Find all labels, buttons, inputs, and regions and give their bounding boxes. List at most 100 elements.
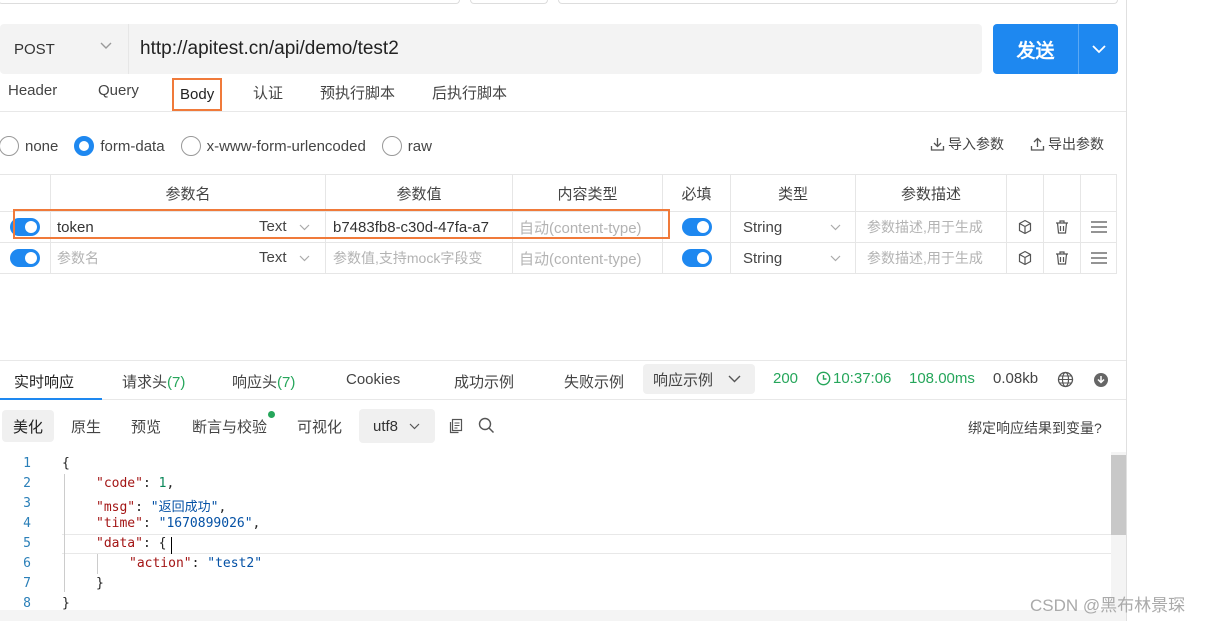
horizontal-scrollbar[interactable] [0,610,1126,621]
method-select[interactable]: POST [0,24,128,74]
chevron-down-icon [1091,44,1106,53]
json-value: "test2" [207,556,263,571]
export-params-button[interactable]: 导出参数 [1030,134,1104,154]
tab-failure-example[interactable]: 失败示例 [564,371,624,392]
chevron-down-icon [830,255,841,262]
code-line: { [62,456,70,471]
tab-body[interactable]: Body [172,78,223,111]
description-input[interactable]: 参数描述,用于生成 [855,243,1006,273]
import-label: 导入参数 [948,136,1004,152]
required-toggle[interactable] [681,218,712,236]
copy-icon[interactable] [448,418,464,434]
top-field-remnant [470,0,548,4]
scrollbar-thumb[interactable] [1111,455,1126,535]
json-value: "返回成功" [150,500,219,515]
response-code-editor[interactable]: 1 { 2 "code": 1, 3 "msg": "返回成功", 4 "tim… [0,452,1126,611]
view-beautify[interactable]: 美化 [2,410,55,442]
required-cell [662,212,730,242]
param-name-cell: token Text [50,212,325,242]
tab-auth[interactable]: 认证 [253,82,283,103]
header-action-col [1080,175,1117,211]
tab-post-script[interactable]: 后执行脚本 [432,82,507,103]
param-name-input[interactable]: token [57,219,94,236]
tab-label: 失败示例 [564,374,625,391]
header-required: 必填 [662,175,730,211]
type-label: String [743,218,783,236]
drag-handle[interactable] [1080,243,1117,273]
param-name-input[interactable]: 参数名 [57,248,99,268]
delete-row-button[interactable] [1043,212,1080,242]
search-icon[interactable] [478,417,495,434]
value-type-select[interactable]: Text [259,218,287,235]
top-field-remnant [558,0,1118,4]
content-type-input[interactable]: 自动(content-type) [512,243,662,273]
row-enable-toggle[interactable] [10,218,40,236]
line-number: 3 [23,496,31,511]
tab-success-example[interactable]: 成功示例 [454,371,514,392]
radio-label: x-www-form-urlencoded [206,137,366,155]
url-text: http://apitest.cn/api/demo/test2 [140,38,399,59]
radio-circle [381,136,402,156]
menu-icon [1090,221,1107,233]
radio-none[interactable]: none [0,136,58,156]
line-number: 6 [23,556,31,571]
trash-icon [1056,251,1068,265]
mock-button[interactable] [1006,243,1043,273]
param-value-input[interactable]: b7483fb8-c30d-47fa-a7 [325,212,512,242]
mock-button[interactable] [1006,212,1043,242]
tab-request-headers[interactable]: 请求头(7) [122,371,185,392]
active-tab-indicator [0,398,102,400]
header-action-col [1043,175,1080,211]
bind-response-link[interactable]: 绑定响应结果到变量? [968,418,1102,438]
response-example-select[interactable]: 响应示例 [643,364,755,394]
view-raw[interactable]: 原生 [60,410,112,442]
line-number: 7 [23,576,31,591]
tab-label: 成功示例 [454,374,515,391]
view-preview[interactable]: 预览 [120,410,172,442]
type-select[interactable]: String [730,212,855,242]
description-input[interactable]: 参数描述,用于生成 [855,212,1006,242]
encoding-label: utf8 [373,417,399,435]
clock-icon [816,371,831,386]
tab-label: 请求头 [122,374,168,391]
globe-icon[interactable] [1057,371,1074,388]
response-size: 0.08kb [993,370,1039,387]
send-button[interactable]: 发送 [993,36,1078,63]
watermark: CSDN @黑布林景琛 [1030,596,1186,615]
radio-circle-selected [74,136,95,156]
content-type-input[interactable]: 自动(content-type) [512,212,662,242]
type-select[interactable]: String [730,243,855,273]
radio-raw[interactable]: raw [381,136,432,156]
tab-query[interactable]: Query [98,82,139,99]
tab-header[interactable]: Header [8,82,57,99]
radio-form-data[interactable]: form-data [74,136,165,156]
table-header-row: 参数名 参数值 内容类型 必填 类型 参数描述 [0,174,1117,212]
radio-urlencoded[interactable]: x-www-form-urlencoded [180,136,366,156]
view-assertions[interactable]: 断言与校验 [181,410,278,442]
code-text: { [62,456,70,471]
json-tail: , [218,500,227,515]
import-params-button[interactable]: 导入参数 [930,134,1004,154]
response-time-group: 10:37:06 [816,370,891,387]
tab-live-response[interactable]: 实时响应 [14,371,74,392]
tab-cookies[interactable]: Cookies [346,371,400,388]
tab-pre-script[interactable]: 预执行脚本 [320,82,395,103]
response-time: 10:37:06 [833,370,892,387]
row-enable-toggle[interactable] [10,249,40,267]
required-toggle[interactable] [681,249,712,267]
value-type-select[interactable]: Text [259,249,287,266]
encoding-select[interactable]: utf8 [359,409,435,443]
tab-response-headers[interactable]: 响应头(7) [232,371,295,392]
header-type: 类型 [730,175,855,211]
param-value-input[interactable]: 参数值,支持mock字段变 [325,243,512,273]
method-label: POST [14,40,55,58]
send-dropdown-button[interactable] [1079,44,1118,54]
row-enable-cell [0,212,50,242]
delete-row-button[interactable] [1043,243,1080,273]
cube-icon [1018,250,1032,266]
download-icon[interactable] [1093,372,1109,388]
drag-handle[interactable] [1080,212,1117,242]
url-input[interactable]: http://apitest.cn/api/demo/test2 [128,24,982,74]
response-duration: 108.00ms [909,370,975,387]
view-visualize[interactable]: 可视化 [286,410,353,442]
